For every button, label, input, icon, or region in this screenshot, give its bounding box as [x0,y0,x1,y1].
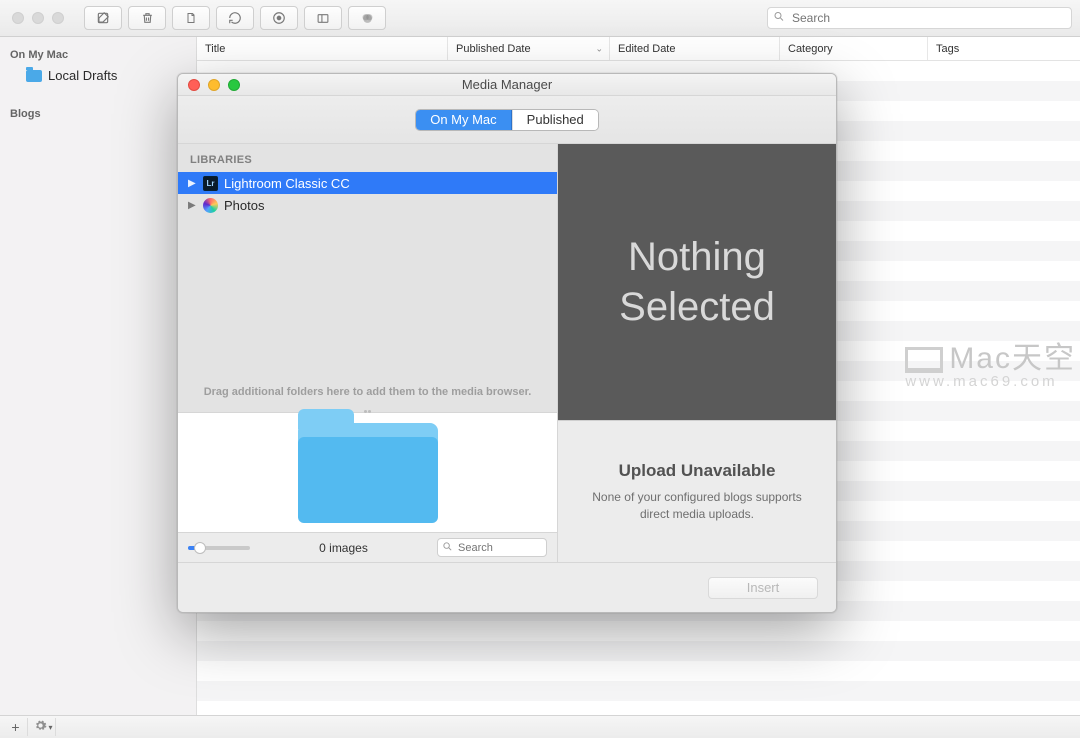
preview-area: Nothing Selected [558,144,836,420]
libraries-footer: 0 images [178,532,557,562]
media-button[interactable] [348,6,386,30]
folder-icon [298,423,438,523]
tab-on-my-mac[interactable]: On My Mac [416,110,511,130]
column-published[interactable]: Published Date⌄ [448,37,610,60]
gear-icon [34,719,47,735]
lightroom-icon: Lr [203,176,218,191]
sort-indicator-icon: ⌄ [595,43,603,54]
resize-handle-icon[interactable] [364,410,372,414]
search-icon [773,11,785,26]
zoom-slider[interactable] [188,546,250,550]
libraries-list: ▶ Lr Lightroom Classic CC ▶ Photos [178,172,557,216]
modal-titlebar[interactable]: Media Manager [178,74,836,96]
window-controls [12,12,64,24]
main-toolbar [0,0,1080,37]
library-label: Lightroom Classic CC [224,176,350,191]
sidebar-section-onmymac: On My Mac [0,45,196,65]
add-button[interactable]: + [4,718,28,736]
library-label: Photos [224,198,264,213]
libraries-header: LIBRARIES [178,144,557,172]
column-category[interactable]: Category [780,37,928,60]
preview-placeholder: Nothing Selected [619,232,775,332]
upload-status-title: Upload Unavailable [619,461,776,481]
sidebar-section-blogs: Blogs [0,104,196,124]
layout-button[interactable] [304,6,342,30]
delete-button[interactable] [128,6,166,30]
settings-button[interactable]: ▾ [32,718,56,736]
refresh-button[interactable] [216,6,254,30]
search-icon [442,541,453,555]
folder-icon [26,70,42,82]
libraries-column: LIBRARIES ▶ Lr Lightroom Classic CC ▶ Ph… [178,144,558,562]
drop-zone[interactable]: Drag additional folders here to add them… [178,216,557,412]
library-search-input[interactable] [437,538,547,557]
column-tags[interactable]: Tags [928,37,1080,60]
modal-footer: Insert [178,562,836,612]
library-search[interactable] [437,538,547,558]
disclosure-triangle-icon[interactable]: ▶ [188,178,197,189]
modal-fullscreen-icon[interactable] [228,79,240,91]
toolbar-search[interactable] [767,7,1072,29]
upload-status: Upload Unavailable None of your configur… [558,420,836,562]
modal-tabs: On My Mac Published [178,96,836,144]
media-manager-modal: Media Manager On My Mac Published LIBRAR… [177,73,837,613]
upload-status-body: None of your configured blogs supports d… [578,489,816,523]
record-button[interactable] [260,6,298,30]
image-count: 0 images [262,541,425,555]
column-title[interactable]: Title [197,37,448,60]
insert-button[interactable]: Insert [708,577,818,599]
modal-minimize-icon[interactable] [208,79,220,91]
preview-column: Nothing Selected Upload Unavailable None… [558,144,836,562]
search-input[interactable] [767,7,1072,29]
slider-thumb-icon[interactable] [194,542,206,554]
compose-button[interactable] [84,6,122,30]
library-photos[interactable]: ▶ Photos [178,194,557,216]
main-sidebar: On My Mac Local Drafts Blogs [0,37,197,715]
close-window-icon[interactable] [12,12,24,24]
column-edited[interactable]: Edited Date [610,37,780,60]
thumbnail-area [178,412,557,532]
modal-close-icon[interactable] [188,79,200,91]
disclosure-triangle-icon[interactable]: ▶ [188,200,197,211]
library-lightroom[interactable]: ▶ Lr Lightroom Classic CC [178,172,557,194]
table-header: Title Published Date⌄ Edited Date Catego… [197,37,1080,61]
chevron-down-icon: ▾ [48,723,52,732]
document-button[interactable] [172,6,210,30]
minimize-window-icon[interactable] [32,12,44,24]
status-bar: + ▾ [0,715,1080,738]
drop-hint: Drag additional folders here to add them… [204,386,532,398]
tab-published[interactable]: Published [512,110,598,130]
sidebar-item-label: Local Drafts [48,68,117,83]
sidebar-item-local-drafts[interactable]: Local Drafts [0,65,196,86]
fullscreen-window-icon[interactable] [52,12,64,24]
modal-title: Media Manager [178,77,836,92]
photos-icon [203,198,218,213]
